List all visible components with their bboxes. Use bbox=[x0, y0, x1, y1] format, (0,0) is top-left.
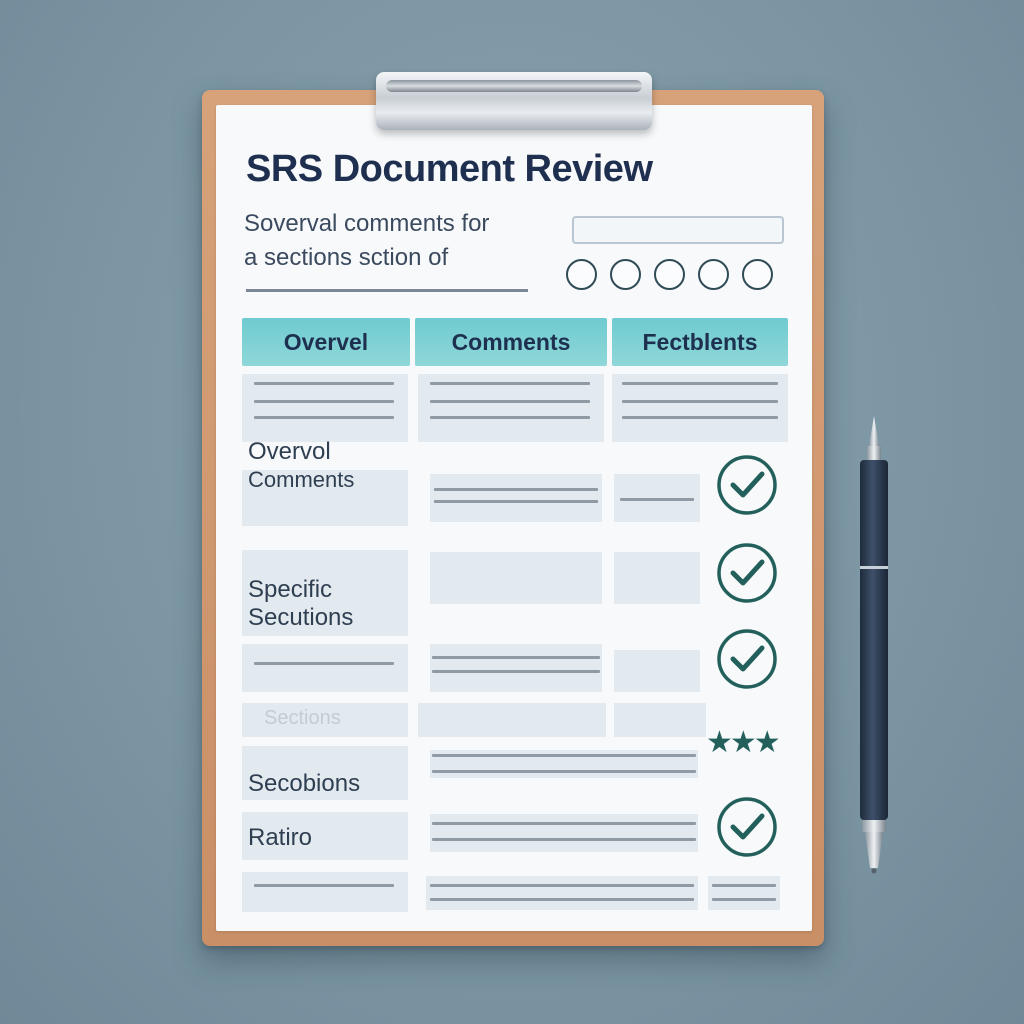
row-label-line: Overvol bbox=[248, 438, 331, 465]
column-header-comments: Comments bbox=[415, 318, 607, 366]
rating-circle-5[interactable] bbox=[742, 259, 773, 290]
row-label-line: Comments bbox=[248, 466, 355, 492]
text-line bbox=[430, 898, 694, 901]
text-line bbox=[620, 498, 694, 501]
column-header-fectblents: Fectblents bbox=[612, 318, 788, 366]
table-cell bbox=[430, 474, 602, 522]
table-cell bbox=[708, 876, 780, 910]
table-cell bbox=[418, 703, 606, 737]
text-line bbox=[430, 416, 590, 419]
row-label-specific: Specific Secutions bbox=[248, 576, 353, 631]
text-line bbox=[432, 656, 600, 659]
subtitle-line-2: a sections sction of bbox=[244, 244, 449, 271]
table-cell bbox=[612, 374, 788, 442]
text-line bbox=[430, 400, 590, 403]
row-label-line: Secutions bbox=[248, 603, 354, 631]
table-cell bbox=[614, 552, 700, 604]
table-cell bbox=[426, 876, 698, 910]
checkmark-circle-icon[interactable] bbox=[716, 628, 778, 690]
row-label-rating: Ratiro bbox=[248, 824, 313, 851]
table-cell bbox=[418, 374, 604, 442]
text-line bbox=[254, 400, 394, 403]
text-line bbox=[432, 822, 696, 825]
checkmark-circle-icon[interactable] bbox=[716, 454, 778, 516]
clip-bar bbox=[386, 80, 642, 92]
checkmark-circle-icon[interactable] bbox=[716, 796, 778, 858]
text-line bbox=[434, 488, 598, 491]
table-cell: Sections bbox=[242, 703, 408, 737]
text-line bbox=[430, 382, 590, 385]
text-line bbox=[712, 884, 776, 887]
text-line bbox=[622, 382, 778, 385]
table-cell bbox=[430, 814, 698, 852]
table-cell bbox=[430, 644, 602, 692]
table-cell bbox=[614, 650, 700, 692]
text-line bbox=[254, 382, 394, 385]
column-header-overvel: Overvel bbox=[242, 318, 410, 366]
star-rating-icon: ★★★ bbox=[706, 726, 781, 759]
clipboard-scene: SRS Document Review Soverval comments fo… bbox=[0, 0, 1024, 1024]
pen-icon[interactable] bbox=[852, 412, 896, 880]
text-line bbox=[434, 500, 598, 503]
subtitle-line-1: Soverval comments for bbox=[244, 210, 490, 237]
rating-circle-1[interactable] bbox=[566, 259, 597, 290]
text-line bbox=[430, 884, 694, 887]
text-line bbox=[432, 754, 696, 757]
table-cell bbox=[614, 474, 700, 522]
table-cell bbox=[430, 750, 698, 778]
table-cell bbox=[242, 374, 408, 442]
rating-circle-3[interactable] bbox=[654, 259, 685, 290]
text-line bbox=[254, 416, 394, 419]
text-line bbox=[622, 400, 778, 403]
table-cell bbox=[242, 872, 408, 912]
subtitle-underline bbox=[246, 289, 528, 292]
table-cell bbox=[242, 644, 408, 692]
text-line bbox=[432, 770, 696, 773]
checkmark-circle-icon[interactable] bbox=[716, 542, 778, 604]
row-label-overall: Overvol Comments bbox=[248, 438, 354, 493]
text-line bbox=[432, 838, 696, 841]
text-line bbox=[432, 670, 600, 673]
rating-circle-4[interactable] bbox=[698, 259, 729, 290]
page-title: SRS Document Review bbox=[246, 148, 653, 190]
text-line bbox=[712, 898, 776, 901]
text-line bbox=[622, 416, 778, 419]
row-label-line: Specific bbox=[248, 576, 333, 603]
row-label-sections: Secobions bbox=[248, 770, 361, 797]
text-line bbox=[254, 662, 394, 665]
text-line bbox=[254, 884, 394, 887]
rating-circle-2[interactable] bbox=[610, 259, 641, 290]
table-cell bbox=[430, 552, 602, 604]
rating-circles bbox=[566, 259, 773, 290]
row-label-faded: Sections bbox=[264, 707, 341, 729]
table-cell bbox=[614, 703, 706, 737]
comment-input-field[interactable] bbox=[572, 216, 784, 244]
